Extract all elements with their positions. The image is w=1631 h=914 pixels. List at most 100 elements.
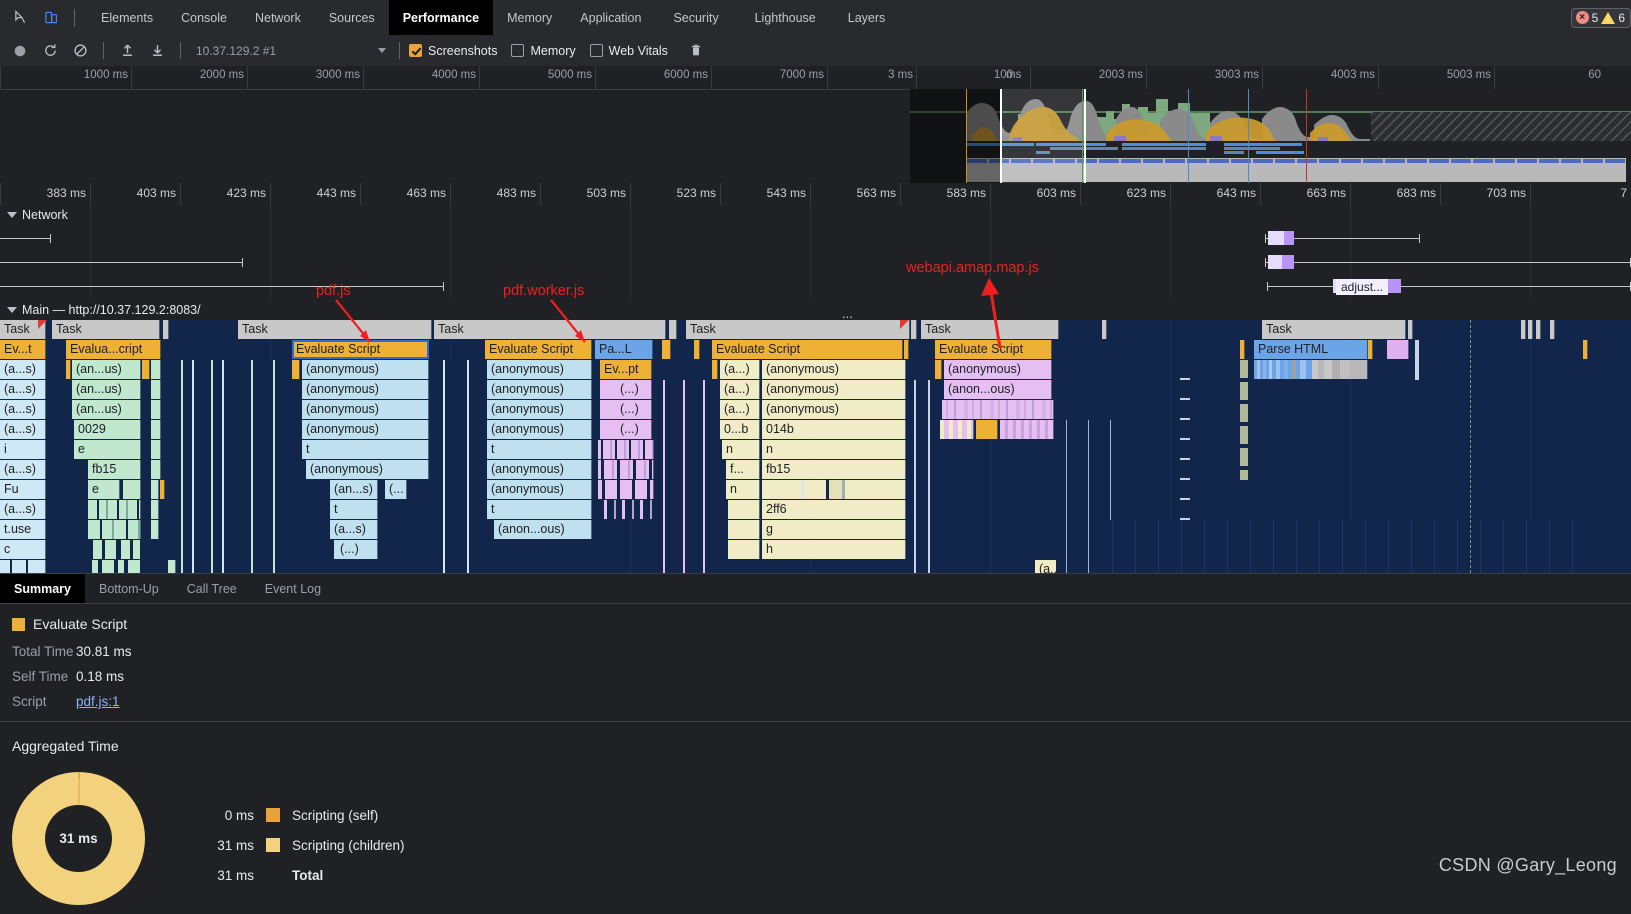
reload-and-record-button[interactable] bbox=[36, 39, 64, 63]
tab-elements[interactable]: Elements bbox=[87, 0, 167, 35]
aggregated-time-donut: 31 ms bbox=[12, 772, 145, 905]
legend-value: 31 ms bbox=[217, 837, 254, 853]
frame-label: e bbox=[78, 442, 85, 456]
checkbox-label: Screenshots bbox=[428, 43, 498, 58]
toggle-device-toolbar-icon[interactable] bbox=[38, 5, 64, 31]
tab-console[interactable]: Console bbox=[167, 0, 241, 35]
annotation-pdf-worker-js: pdf.worker.js bbox=[503, 283, 584, 299]
tab-layers[interactable]: Layers bbox=[834, 0, 900, 35]
legend-item-total: 31 ms Total bbox=[200, 860, 405, 890]
timeline-overview[interactable]: 1000 ms 2000 ms 3000 ms 4000 ms 5000 ms … bbox=[0, 66, 1631, 183]
memory-checkbox[interactable]: Memory bbox=[511, 44, 576, 58]
chevron-down-icon bbox=[378, 48, 386, 53]
frame-label: n bbox=[766, 442, 773, 456]
frame-label: fb15 bbox=[766, 462, 791, 476]
network-overview-bar bbox=[1224, 151, 1244, 154]
overview-body bbox=[0, 89, 1631, 183]
watermark-text: CSDN @Gary_Leong bbox=[1438, 855, 1617, 875]
network-request-row[interactable] bbox=[0, 234, 51, 243]
network-group-header[interactable]: Network bbox=[0, 205, 1631, 224]
ruler-tick-label: 523 ms bbox=[676, 186, 716, 200]
frame-label: (...) bbox=[620, 382, 639, 396]
inspect-element-icon[interactable] bbox=[8, 5, 34, 31]
tab-security[interactable]: Security bbox=[655, 0, 736, 35]
network-request-label: adjust... bbox=[1336, 279, 1389, 295]
network-request-bar[interactable] bbox=[1268, 231, 1294, 245]
flame-chart[interactable]: Task Task Task Task Task Task Task Ev...… bbox=[0, 306, 1631, 573]
script-source-link[interactable]: pdf.js:1 bbox=[76, 694, 120, 709]
tab-summary[interactable]: Summary bbox=[0, 574, 85, 603]
network-request-bar[interactable] bbox=[1268, 255, 1294, 269]
selected-frame-evaluate-script[interactable]: Evaluate Script bbox=[292, 340, 429, 359]
frame-label: Task bbox=[56, 322, 82, 336]
status-badge[interactable]: × 5 6 bbox=[1570, 7, 1631, 28]
network-request-row[interactable] bbox=[0, 258, 243, 267]
frame-label: 2ff6 bbox=[766, 502, 787, 516]
target-select-value: 10.37.129.2 #1 bbox=[196, 43, 277, 58]
frame-label: Evaluate Script bbox=[296, 342, 381, 356]
row-value: 0.18 ms bbox=[76, 669, 125, 684]
row-label: Self Time bbox=[12, 669, 69, 684]
tab-sources[interactable]: Sources bbox=[315, 0, 389, 35]
overview-selection-window[interactable] bbox=[1000, 89, 1086, 183]
overview-minimap[interactable] bbox=[910, 89, 1631, 183]
frame-label: t.use bbox=[4, 522, 32, 536]
main-thread-track[interactable]: Main — http://10.37.129.2:8083/ Task Tas… bbox=[0, 300, 1631, 573]
collect-garbage-button[interactable] bbox=[682, 39, 710, 63]
network-request-row[interactable] bbox=[1267, 282, 1631, 291]
frame-label: (anon...ous) bbox=[498, 522, 565, 536]
tab-label: Sources bbox=[328, 10, 375, 25]
frame-label: Task bbox=[690, 322, 716, 336]
details-drawer: Summary Bottom-Up Call Tree Event Log Ev… bbox=[0, 573, 1631, 914]
overview-tick-label: 3000 ms bbox=[315, 69, 360, 81]
target-select[interactable]: 10.37.129.2 #1 bbox=[190, 40, 390, 62]
frame-label: (an...us) bbox=[76, 362, 122, 376]
tab-network[interactable]: Network bbox=[241, 0, 315, 35]
overview-tick-label: 5003 ms bbox=[1446, 69, 1491, 81]
network-overview-bar bbox=[1224, 147, 1280, 150]
frame-label: 014b bbox=[766, 422, 794, 436]
overview-ruler: 1000 ms 2000 ms 3000 ms 4000 ms 5000 ms … bbox=[0, 66, 1631, 90]
marker-load bbox=[1188, 89, 1189, 183]
web-vitals-checkbox[interactable]: Web Vitals bbox=[589, 44, 668, 58]
tab-application[interactable]: Application bbox=[566, 0, 655, 35]
frame-label: (anonymous) bbox=[306, 422, 379, 436]
frame-label: Pa...L bbox=[599, 342, 632, 356]
annotation-webapi-amap-map-js: webapi.amap.map.js bbox=[906, 260, 1039, 276]
overview-tick-label: 60 bbox=[1588, 69, 1601, 81]
long-task-warning-icon bbox=[900, 320, 909, 329]
ruler-tick-label: 403 ms bbox=[136, 186, 176, 200]
tab-label: Layers bbox=[847, 10, 886, 25]
frame-label: i bbox=[4, 442, 7, 456]
tab-lighthouse[interactable]: Lighthouse bbox=[737, 0, 834, 35]
tab-event-log[interactable]: Event Log bbox=[251, 574, 335, 603]
frame-label: 0...b bbox=[724, 422, 749, 436]
aggregated-time-title: Aggregated Time bbox=[0, 722, 1631, 754]
overview-tick-label: 7000 ms bbox=[779, 69, 824, 81]
legend-label: Scripting (children) bbox=[292, 837, 405, 853]
frame-label: (a...) bbox=[724, 382, 750, 396]
record-button[interactable] bbox=[6, 39, 34, 63]
chevron-down-icon bbox=[7, 307, 17, 313]
frame-label: (a...s) bbox=[334, 522, 366, 536]
network-track[interactable]: Network modules (webapi.amap.com) adjust… bbox=[0, 205, 1631, 300]
screenshots-checkbox[interactable]: Screenshots bbox=[409, 44, 497, 58]
frame-label: (anonymous) bbox=[766, 362, 839, 376]
network-request-row[interactable] bbox=[0, 282, 444, 291]
long-task-warning-icon bbox=[38, 320, 47, 329]
main-group-header[interactable]: Main — http://10.37.129.2:8083/ bbox=[0, 300, 1631, 320]
frame-label: n bbox=[726, 442, 733, 456]
tab-memory[interactable]: Memory bbox=[493, 0, 566, 35]
truncation-ellipsis: ... bbox=[842, 306, 853, 321]
tab-call-tree[interactable]: Call Tree bbox=[173, 574, 251, 603]
frame-label: t bbox=[491, 502, 495, 516]
tab-performance[interactable]: Performance bbox=[388, 0, 494, 35]
save-profile-button[interactable] bbox=[143, 39, 171, 63]
clear-button[interactable] bbox=[66, 39, 94, 63]
frame-label: (a...s) bbox=[4, 502, 36, 516]
load-profile-button[interactable] bbox=[113, 39, 141, 63]
network-request-row[interactable] bbox=[1265, 258, 1631, 267]
frame-label: (...) bbox=[620, 422, 639, 436]
ruler-tick-label: 423 ms bbox=[226, 186, 266, 200]
tab-bottom-up[interactable]: Bottom-Up bbox=[85, 574, 173, 603]
